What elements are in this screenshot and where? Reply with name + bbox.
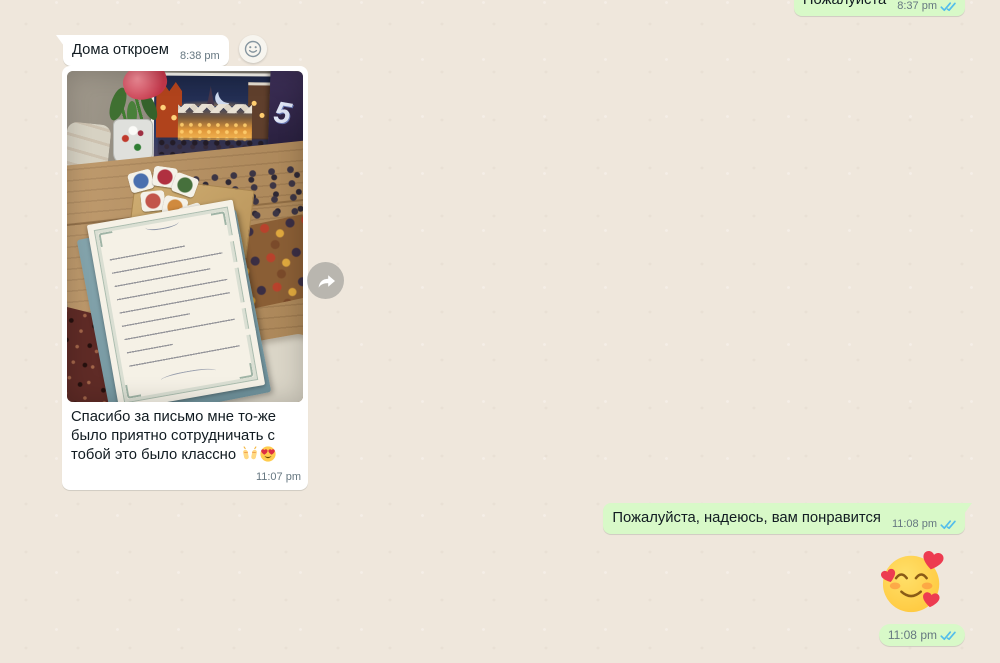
photo-caption: Спасибо за письмо мне то-же было приятно… — [67, 402, 303, 468]
add-reaction-smiley-icon — [243, 39, 263, 59]
message-text: Пожалуйста, надеюсь, вам понравится — [612, 509, 881, 528]
message-bubble-photo[interactable]: 5 — [62, 66, 308, 490]
smiling-face-with-hearts-emoji — [879, 549, 949, 620]
message-emoji[interactable]: 11:08 pm — [879, 549, 965, 646]
message-time: 11:08 pm — [888, 628, 937, 642]
message-meta: 8:38 pm — [180, 50, 220, 63]
double-check-icon — [940, 630, 956, 641]
double-check-icon — [940, 1, 956, 12]
message-bubble-reply[interactable]: Пожалуйста, надеюсь, вам понравится 11:0… — [603, 503, 965, 534]
heart-eyes-emoji-icon — [260, 446, 276, 468]
emoji-time-pill: 11:08 pm — [879, 624, 965, 646]
message-meta: 8:37 pm — [897, 0, 956, 13]
photo-vignette — [67, 71, 303, 402]
message-time: 8:37 pm — [897, 0, 937, 13]
message-time: 8:38 pm — [180, 50, 220, 63]
photo-attachment[interactable]: 5 — [67, 71, 303, 402]
message-bubble-doma[interactable]: Дома откроем 8:38 pm — [63, 35, 229, 66]
raising-hands-emoji-icon — [242, 446, 258, 468]
forward-message-button[interactable] — [307, 262, 344, 299]
add-reaction-button[interactable] — [239, 35, 267, 63]
chat-area: Пожалуйста 8:37 pm Дома откроем 8:38 pm — [0, 0, 1000, 663]
message-meta: 11:08 pm — [892, 518, 956, 531]
bubble-tail — [964, 503, 972, 515]
message-time: 11:07 pm — [67, 471, 303, 483]
message-text: Пожалуйста — [803, 0, 886, 10]
message-time: 11:08 pm — [892, 518, 937, 531]
double-check-icon — [940, 519, 956, 530]
bubble-tail — [56, 35, 64, 47]
message-text: Дома откроем — [72, 41, 169, 60]
forward-arrow-icon — [316, 271, 336, 291]
message-bubble-outgoing-top[interactable]: Пожалуйста 8:37 pm — [794, 0, 965, 16]
